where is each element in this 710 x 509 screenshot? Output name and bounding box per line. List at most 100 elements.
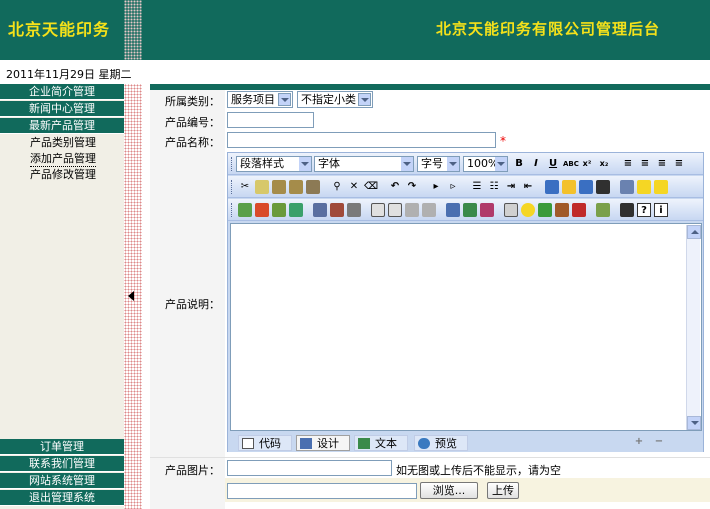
superscript-icon[interactable]: x²	[580, 157, 594, 171]
remove-format-icon[interactable]	[596, 180, 610, 194]
paragraph-style-select[interactable]: 段落样式	[236, 156, 312, 172]
form-icon[interactable]	[330, 203, 344, 217]
paste-text-icon[interactable]	[289, 180, 303, 194]
underline-icon[interactable]: U	[546, 157, 560, 171]
sidebar-subitem-category[interactable]: 产品类别管理	[30, 136, 96, 150]
media-icon[interactable]	[272, 203, 286, 217]
browse-button[interactable]: 浏览...	[420, 482, 478, 499]
record-icon[interactable]	[572, 203, 586, 217]
cut-icon[interactable]: ✂	[238, 180, 252, 194]
undo-icon[interactable]: ↶	[388, 180, 402, 194]
anchor-icon[interactable]	[480, 203, 494, 217]
sidebar-item-logout[interactable]: 退出管理系统	[0, 490, 124, 506]
excel-icon[interactable]	[538, 203, 552, 217]
sidebar-item-contact[interactable]: 联系我们管理	[0, 456, 124, 472]
upload-button[interactable]: 上传	[487, 482, 519, 499]
import-icon[interactable]	[596, 203, 610, 217]
unordered-list-icon[interactable]: ☷	[487, 180, 501, 194]
product-name-input[interactable]	[227, 132, 496, 148]
subcategory-select-value: 不指定小类	[301, 93, 356, 106]
subscript-icon[interactable]: x₂	[597, 157, 611, 171]
strikethrough-icon[interactable]: ABC	[563, 157, 579, 171]
category-select-value: 服务项目	[231, 93, 275, 106]
mode-tab-text-label: 文本	[375, 437, 397, 450]
horizontal-rule-icon[interactable]	[405, 203, 419, 217]
paste-icon[interactable]	[272, 180, 286, 194]
info-icon[interactable]: i	[654, 203, 668, 217]
grid-icon[interactable]	[347, 203, 361, 217]
ordered-list-icon[interactable]: ☰	[470, 180, 484, 194]
font-value: 字体	[318, 157, 340, 170]
link-icon[interactable]	[446, 203, 460, 217]
align-justify-icon[interactable]: ≡	[672, 157, 686, 171]
file-path-input[interactable]	[227, 483, 417, 499]
indent-icon[interactable]: ⇥	[504, 180, 518, 194]
sidebar-subitem-add-product[interactable]: 添加产品管理	[30, 152, 96, 167]
highlight-icon[interactable]	[562, 180, 576, 194]
fullscreen-icon[interactable]	[620, 203, 634, 217]
select-all-icon[interactable]: ▸	[429, 180, 443, 194]
italic-icon[interactable]: I	[529, 157, 543, 171]
marquee-icon[interactable]	[422, 203, 436, 217]
font-size-select[interactable]: 字号	[417, 156, 460, 172]
unlink-icon[interactable]	[463, 203, 477, 217]
help-icon[interactable]: ?	[637, 203, 651, 217]
date-icon[interactable]	[504, 203, 518, 217]
scroll-down-icon[interactable]	[687, 416, 701, 430]
emoticon-icon[interactable]	[521, 203, 535, 217]
frame-icon[interactable]	[620, 180, 634, 194]
site-title: 北京天能印务	[8, 20, 111, 39]
unselect-icon[interactable]: ▹	[446, 180, 460, 194]
toolbar-grip[interactable]	[231, 157, 233, 171]
bold-icon[interactable]: B	[512, 157, 526, 171]
symbol-icon[interactable]	[555, 203, 569, 217]
sidebar-item-news[interactable]: 新闻中心管理	[0, 101, 124, 117]
editor-scrollbar[interactable]	[686, 225, 701, 430]
table-icon[interactable]	[313, 203, 327, 217]
layer-icon[interactable]	[654, 180, 668, 194]
image-icon[interactable]	[238, 203, 252, 217]
editor-content-area[interactable]	[230, 223, 702, 431]
template-icon[interactable]	[388, 203, 402, 217]
product-code-input[interactable]	[227, 112, 314, 128]
font-select[interactable]: 字体	[314, 156, 414, 172]
mode-tab-code[interactable]: 代码	[238, 435, 292, 451]
subcategory-select[interactable]: 不指定小类	[297, 91, 373, 108]
find-icon[interactable]: ⚲	[330, 180, 344, 194]
special-char-icon[interactable]	[371, 203, 385, 217]
paste-word-icon[interactable]	[306, 180, 320, 194]
toolbar-grip[interactable]	[231, 203, 233, 217]
align-center-icon[interactable]: ≡	[638, 157, 652, 171]
mode-tab-text[interactable]: 文本	[354, 435, 408, 451]
align-right-icon[interactable]: ≡	[655, 157, 669, 171]
sidebar-item-orders[interactable]: 订单管理	[0, 439, 124, 455]
collapse-arrow-icon[interactable]	[127, 290, 135, 302]
admin-page: 北京天能印务 北京天能印务有限公司管理后台 2011年11月29日 星期二 企业…	[0, 0, 710, 509]
shrink-editor-icon[interactable]: −	[652, 435, 666, 449]
sidebar-item-company[interactable]: 企业简介管理	[0, 84, 124, 100]
file-icon[interactable]	[289, 203, 303, 217]
outdent-icon[interactable]: ⇤	[521, 180, 535, 194]
redo-icon[interactable]: ↷	[405, 180, 419, 194]
sidebar-subitem-edit-product[interactable]: 产品修改管理	[30, 168, 96, 182]
align-left-icon[interactable]: ≡	[621, 157, 635, 171]
mode-tab-design[interactable]: 设计	[296, 435, 350, 451]
abs-position-icon[interactable]	[637, 180, 651, 194]
sidebar-item-products[interactable]: 最新产品管理	[0, 118, 124, 134]
delete-icon[interactable]: ✕	[347, 180, 361, 194]
font-color-icon[interactable]	[545, 180, 559, 194]
toolbar-grip[interactable]	[231, 180, 233, 194]
copy-icon[interactable]	[255, 180, 269, 194]
zoom-select[interactable]: 100%	[463, 156, 508, 172]
eraser-icon[interactable]: ⌫	[364, 180, 378, 194]
sidebar-item-system[interactable]: 网站系统管理	[0, 473, 124, 489]
scroll-up-icon[interactable]	[687, 225, 701, 239]
editor-toolbar-format: 段落样式 字体 字号 100% B I U ABC x² x₂ ≡ ≡ ≡ ≡	[228, 153, 703, 175]
category-select[interactable]: 服务项目	[227, 91, 293, 108]
mode-tab-preview[interactable]: 预览	[414, 435, 468, 451]
image-path-input[interactable]	[227, 460, 392, 476]
background-color-icon[interactable]	[579, 180, 593, 194]
header-dot-separator	[124, 0, 142, 60]
flash-icon[interactable]	[255, 203, 269, 217]
expand-editor-icon[interactable]: +	[632, 435, 646, 449]
